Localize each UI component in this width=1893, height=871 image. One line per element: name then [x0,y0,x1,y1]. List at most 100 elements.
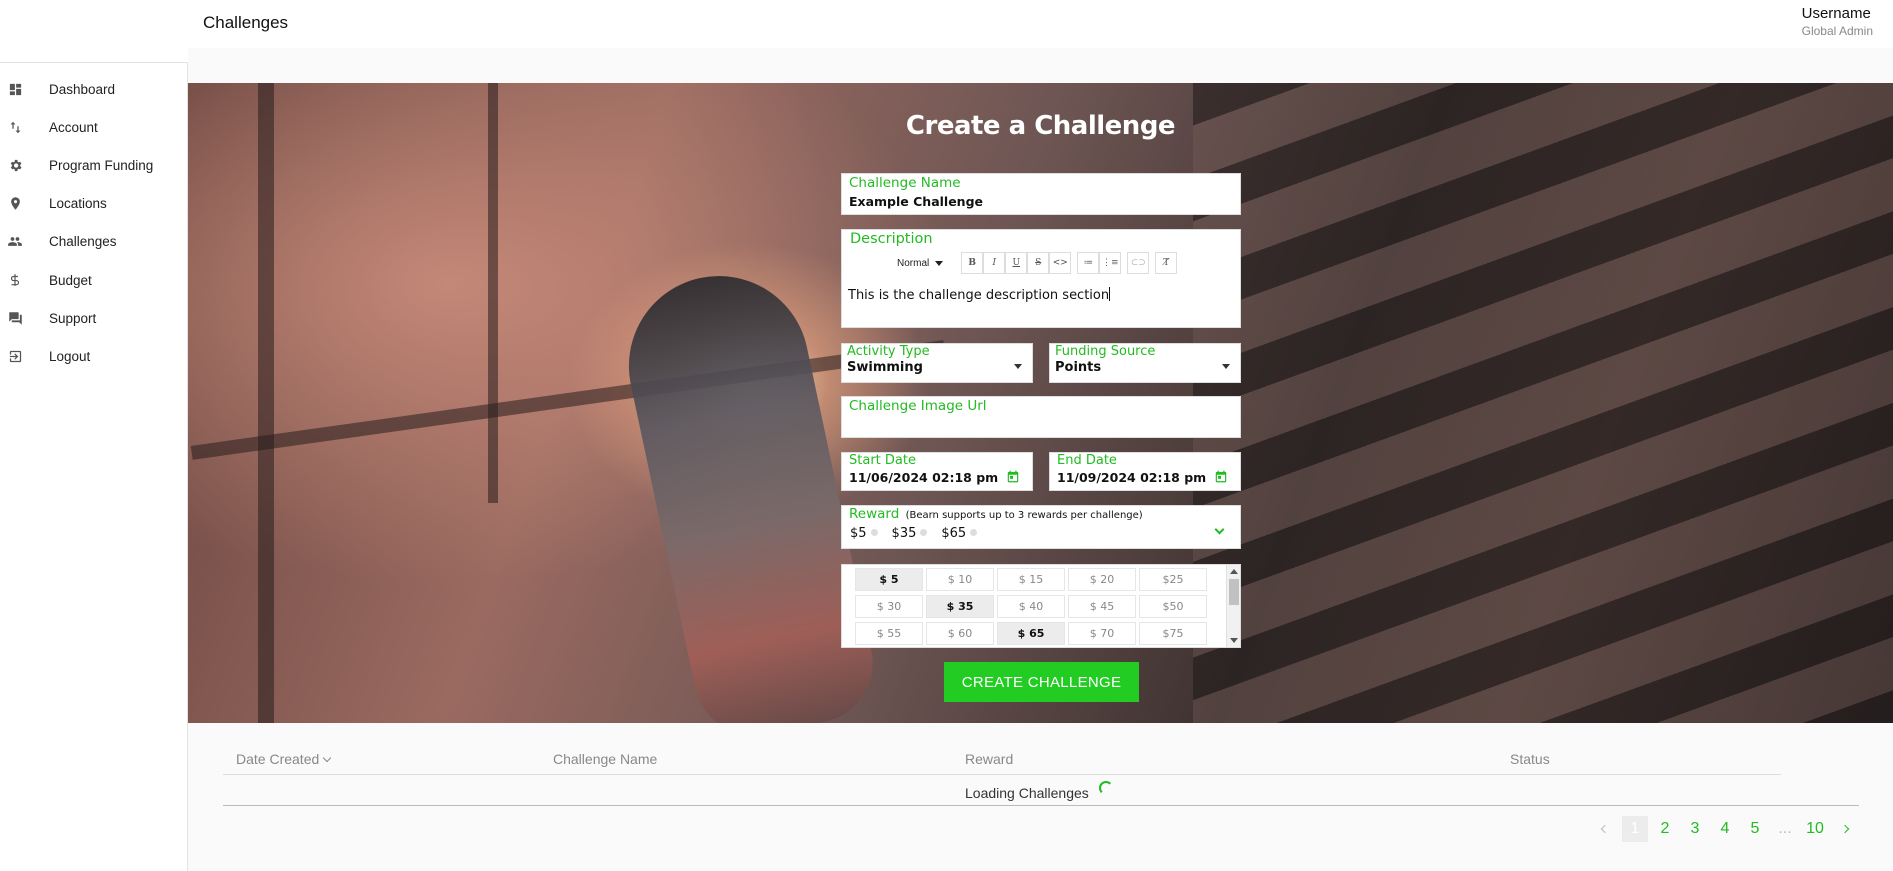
reward-option[interactable]: $ 70 [1068,622,1136,645]
create-challenge-button[interactable]: CREATE CHALLENGE [944,662,1139,702]
username: Username [1801,5,1871,22]
location-pin-icon [7,196,23,212]
reward-option[interactable]: $ 60 [926,622,994,645]
column-label: Date Created [236,751,320,767]
image-url-field[interactable]: Challenge Image Url [841,396,1241,438]
reward-option[interactable]: $ 45 [1068,595,1136,618]
page-10-button[interactable]: 10 [1800,816,1830,842]
page-5-button[interactable]: 5 [1740,816,1770,842]
prev-page-button[interactable] [1590,816,1620,842]
scroll-down-icon[interactable] [1230,638,1238,643]
sidebar-item-budget[interactable]: Budget [0,261,187,299]
reward-label-text: Reward [849,506,900,522]
top-bar: Challenges Username Global Admin [0,0,1893,48]
chevron-down-icon[interactable] [1214,524,1225,535]
caret-down-icon [1222,364,1230,369]
sidebar-item-label: Support [49,310,97,326]
column-date-created[interactable]: Date Created [236,751,332,767]
bold-button[interactable]: B [961,252,984,274]
reward-chip[interactable]: $65 [941,526,978,541]
sidebar-item-label: Locations [49,196,107,212]
scrollbar[interactable] [1226,565,1240,647]
next-page-button[interactable] [1830,816,1860,842]
reward-option[interactable]: $ 10 [926,568,994,591]
sidebar-nav: Dashboard Account Program Funding Locati… [0,63,187,376]
remove-chip-icon[interactable] [920,529,928,536]
sidebar-item-label: Dashboard [49,81,116,97]
reward-options-grid: $ 5 $ 10 $ 15 $ 20 $25 $ 30 $ 35 $ 40 $ 45 $50 $ 5… [855,568,1207,645]
page-1-button[interactable]: 1 [1622,816,1648,842]
italic-button[interactable]: I [983,252,1006,274]
text-format-select[interactable]: Normal [897,258,944,269]
calendar-icon[interactable] [1006,469,1020,489]
start-date-label: Start Date [849,453,916,468]
reward-option[interactable]: $ 40 [997,595,1065,618]
pagination: 1 2 3 4 5 ... 10 [1590,816,1860,842]
chevron-left-icon [1600,824,1610,834]
page-2-button[interactable]: 2 [1650,816,1680,842]
sidebar-item-label: Logout [49,348,91,364]
sidebar-item-program-funding[interactable]: Program Funding [0,146,187,184]
reward-select[interactable]: Reward (Bearn supports up to 3 rewards p… [841,505,1241,549]
user-menu[interactable]: Username Global Admin [1802,5,1873,38]
reward-option[interactable]: $ 15 [997,568,1065,591]
start-date-input[interactable]: 11/06/2024 02:18 pm [849,470,998,485]
calendar-icon[interactable] [1214,469,1228,489]
sidebar-item-dashboard[interactable]: Dashboard [0,70,187,108]
scroll-up-icon[interactable] [1230,569,1238,574]
end-date-field[interactable]: End Date 11/09/2024 02:18 pm [1049,452,1241,491]
funding-source-select[interactable]: Funding Source Points [1049,343,1241,383]
reward-option[interactable]: $ 5 [855,568,923,591]
reward-label: Reward (Bearn supports up to 3 rewards p… [849,506,1143,522]
clear-format-button[interactable]: T̸ [1155,252,1178,274]
reward-option[interactable]: $50 [1139,595,1207,618]
sidebar-item-locations[interactable]: Locations [0,185,187,223]
railing-post [258,83,274,723]
description-text: This is the challenge description sectio… [848,288,1110,303]
sidebar-item-challenges[interactable]: Challenges [0,223,187,261]
reward-option[interactable]: $ 55 [855,622,923,645]
underline-button[interactable]: U [1005,252,1028,274]
bullet-list-button[interactable]: ≔ [1077,252,1100,274]
scrollbar-thumb[interactable] [1229,579,1239,605]
chevron-down-icon [323,753,332,763]
caret-down-icon [935,260,944,266]
reward-option[interactable]: $ 30 [855,595,923,618]
reward-chip-label: $35 [891,526,917,541]
reward-chip-label: $65 [941,526,967,541]
sidebar-item-support[interactable]: Support [0,299,187,337]
activity-type-select[interactable]: Activity Type Swimming [841,343,1033,383]
reward-option[interactable]: $25 [1139,568,1207,591]
description-input[interactable]: This is the challenge description sectio… [848,287,1111,303]
gear-icon [7,157,23,173]
sidebar-item-account[interactable]: Account [0,108,187,146]
funding-source-label: Funding Source [1055,344,1156,359]
code-button[interactable]: <> [1049,252,1072,274]
ordered-list-button[interactable]: ⋮≡ [1099,252,1122,274]
challenge-name-field[interactable]: Challenge Name Example Challenge [841,173,1241,215]
reward-option[interactable]: $ 20 [1068,568,1136,591]
app-root: Challenges Username Global Admin Dashboa… [0,0,1893,871]
page-4-button[interactable]: 4 [1710,816,1740,842]
link-button[interactable]: ⊂⊃ [1127,252,1150,274]
description-editor: Description Normal B I U S <> ≔ ⋮≡ ⊂⊃ T̸… [841,229,1241,328]
strikethrough-button[interactable]: S [1027,252,1050,274]
remove-chip-icon[interactable] [970,529,978,536]
reward-option[interactable]: $ 35 [926,595,994,618]
challenge-name-input[interactable]: Example Challenge [849,194,983,209]
reward-option[interactable]: $75 [1139,622,1207,645]
reward-option[interactable]: $ 65 [997,622,1065,645]
chevron-right-icon [1840,824,1850,834]
remove-chip-icon[interactable] [870,529,878,536]
selected-rewards: $5 $35 $65 [850,526,978,541]
end-date-label: End Date [1057,453,1117,468]
end-date-input[interactable]: 11/09/2024 02:18 pm [1057,470,1206,485]
sidebar-item-label: Account [49,119,98,135]
page-3-button[interactable]: 3 [1680,816,1710,842]
start-date-field[interactable]: Start Date 11/06/2024 02:18 pm [841,452,1033,491]
activity-type-label: Activity Type [847,344,930,359]
reward-chip[interactable]: $35 [892,526,928,541]
sidebar-item-logout[interactable]: Logout [0,337,187,375]
page-ellipsis: ... [1778,820,1792,837]
reward-chip[interactable]: $5 [850,526,878,541]
